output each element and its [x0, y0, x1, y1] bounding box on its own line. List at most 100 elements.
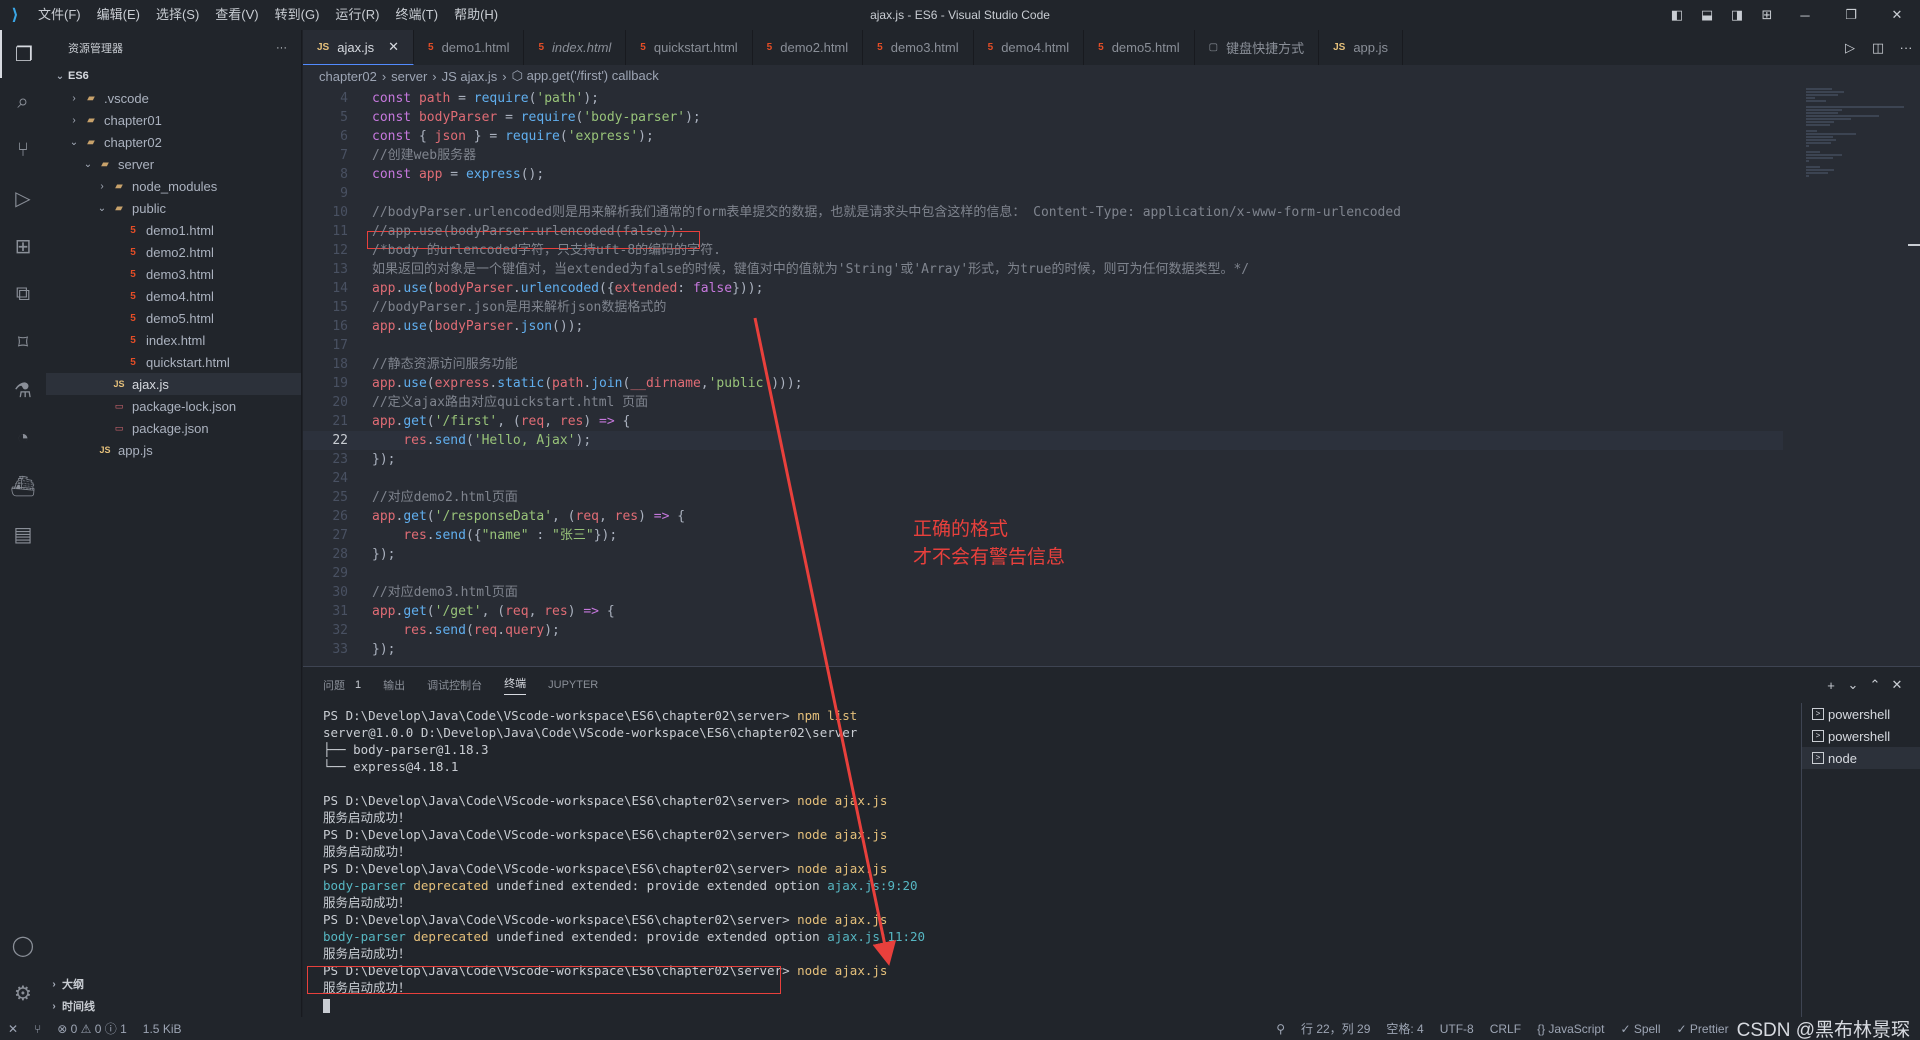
spell-check[interactable]: ✓ Spell [1620, 1022, 1660, 1036]
language-mode[interactable]: {} JavaScript [1537, 1022, 1604, 1036]
breadcrumb-item[interactable]: ⬡ app.get('/first') callback [512, 68, 659, 84]
prettier-status[interactable]: ✓ Prettier [1677, 1022, 1729, 1036]
file-tree-item[interactable]: 5 demo4.html [46, 285, 301, 307]
toggle-panel-icon[interactable]: ⬓ [1692, 0, 1722, 30]
run-file-icon[interactable]: ▷ [1836, 40, 1864, 56]
terminal-instance[interactable]: > powershell [1802, 725, 1920, 747]
menu-item[interactable]: 选择(S) [148, 0, 207, 30]
panel-tab[interactable]: 终端 [504, 675, 527, 695]
editor-tab[interactable]: 5 index.html [524, 30, 627, 65]
code-line[interactable]: 33}); [303, 640, 1783, 659]
menu-item[interactable]: 转到(G) [267, 0, 328, 30]
code-line[interactable]: 6 const { json } = require('express'); [303, 127, 1783, 146]
file-tree-item[interactable]: ⌄ ▰ chapter02 [46, 131, 301, 153]
file-tree-item[interactable]: › ▰ node_modules [46, 175, 301, 197]
workspace-root[interactable]: ⌄ ES6 [46, 65, 301, 87]
code-line[interactable]: 9 [303, 184, 1783, 203]
code-line[interactable]: 27 res.send({"name" : "张三"}); [303, 526, 1783, 545]
code-line[interactable]: 7 //创建web服务器 [303, 146, 1783, 165]
editor-tab[interactable]: 5 quickstart.html [626, 30, 753, 65]
editor-tab[interactable]: JS app.js [1319, 30, 1404, 65]
menu-item[interactable]: 文件(F) [30, 0, 89, 30]
breadcrumb-item[interactable]: JS ajax.js [442, 69, 498, 84]
timeline-icon[interactable]: ◔ [0, 414, 46, 462]
code-line[interactable]: 5 const bodyParser = require('body-parser… [303, 108, 1783, 127]
terminal-instance[interactable]: > powershell [1802, 703, 1920, 725]
code-line[interactable]: 17 [303, 336, 1783, 355]
file-tree-item[interactable]: › ▰ chapter01 [46, 109, 301, 131]
code-line[interactable]: 19 app.use(express.static(path.join(__dir… [303, 374, 1783, 393]
file-tree-item[interactable]: JS app.js [46, 439, 301, 461]
docker-icon[interactable]: ⛴ [0, 462, 46, 510]
file-tree-item[interactable]: › ▰ .vscode [46, 87, 301, 109]
file-tree-item[interactable]: 5 quickstart.html [46, 351, 301, 373]
breadcrumb-item[interactable]: chapter02 [319, 69, 377, 84]
code-line[interactable]: 25 //对应demo2.html页面 [303, 488, 1783, 507]
file-tree-item[interactable]: 5 demo3.html [46, 263, 301, 285]
menu-item[interactable]: 终端(T) [387, 0, 446, 30]
code-line[interactable]: 30 //对应demo3.html页面 [303, 583, 1783, 602]
cursor-position[interactable]: 行 22，列 29 [1301, 1020, 1370, 1037]
editor-tab[interactable]: ▢ 键盘快捷方式 [1195, 30, 1320, 65]
code-line[interactable]: 8 const app = express(); [303, 165, 1783, 184]
toggle-sidebar-icon[interactable]: ◧ [1662, 0, 1692, 30]
more-actions-icon[interactable]: ··· [276, 42, 287, 54]
split-editor-icon[interactable]: ◫ [1864, 40, 1892, 56]
code-editor[interactable]: 正确的格式 才不会有警告信息 4 const path = require('pa… [303, 87, 1920, 666]
code-line[interactable]: 28}); [303, 545, 1783, 564]
file-tree-item[interactable]: ⌄ ▰ public [46, 197, 301, 219]
editor-tab[interactable]: 5 demo3.html [863, 30, 974, 65]
file-tree-item[interactable]: 5 demo1.html [46, 219, 301, 241]
code-line[interactable]: 23}); [303, 450, 1783, 469]
code-line[interactable]: 26 app.get('/responseData', (req, res) =>… [303, 507, 1783, 526]
toggle-secondary-sidebar-icon[interactable]: ◨ [1722, 0, 1752, 30]
code-line[interactable]: 12 /*body 的urlencoded字符，只支持uft-8的编码的字符. [303, 241, 1783, 260]
editor-tab[interactable]: 5 demo5.html [1084, 30, 1195, 65]
editor-tab[interactable]: 5 demo1.html [414, 30, 525, 65]
customize-layout-icon[interactable]: ⊞ [1752, 0, 1782, 30]
bookmarks-icon[interactable]: ⌑ [0, 318, 46, 366]
maximize-panel-icon[interactable]: ⌃ [1864, 677, 1886, 693]
code-line[interactable]: 11 //app.use(bodyParser.urlencoded(false)… [303, 222, 1783, 241]
close-panel-icon[interactable]: ✕ [1886, 677, 1908, 693]
code-line[interactable]: 4 const path = require('path'); [303, 89, 1783, 108]
encoding[interactable]: UTF-8 [1440, 1022, 1474, 1036]
project-manager-icon[interactable]: ▤ [0, 510, 46, 558]
file-tree-item[interactable]: 5 demo2.html [46, 241, 301, 263]
outline-section[interactable]: › 大纲 [46, 973, 301, 995]
code-line[interactable]: 20 //定义ajax路由对应quickstart.html 页面 [303, 393, 1783, 412]
code-line[interactable]: 22 res.send('Hello, Ajax'); [303, 431, 1783, 450]
more-actions-icon[interactable]: ··· [1892, 40, 1920, 55]
file-tree-item[interactable]: JS ajax.js [46, 373, 301, 395]
live-share-icon[interactable]: ⚲ [1276, 1022, 1285, 1036]
editor-tab[interactable]: 5 demo4.html [974, 30, 1085, 65]
source-control-icon[interactable]: ⑂ [0, 126, 46, 174]
source-control-status-icon[interactable]: ⑂ [34, 1022, 41, 1036]
remote-explorer-icon[interactable]: ⧉ [0, 270, 46, 318]
file-tree-item[interactable]: ▭ package.json [46, 417, 301, 439]
code-line[interactable]: 32 res.send(req.query); [303, 621, 1783, 640]
run-debug-icon[interactable]: ▷ [0, 174, 46, 222]
testing-icon[interactable]: ⚗ [0, 366, 46, 414]
editor-tab[interactable]: 5 demo2.html [753, 30, 864, 65]
file-tree-item[interactable]: 5 index.html [46, 329, 301, 351]
editor-tab[interactable]: JS ajax.js ✕ [303, 30, 414, 65]
code-line[interactable]: 24 [303, 469, 1783, 488]
code-line[interactable]: 18 //静态资源访问服务功能 [303, 355, 1783, 374]
restore-button[interactable]: ❐ [1828, 0, 1874, 30]
code-line[interactable]: 29 [303, 564, 1783, 583]
terminal-dropdown-icon[interactable]: ⌄ [1842, 677, 1864, 693]
indentation[interactable]: 空格: 4 [1386, 1020, 1423, 1037]
close-window-button[interactable]: ✕ [1874, 0, 1920, 30]
minimap[interactable] [1806, 87, 1906, 197]
code-line[interactable]: 31 app.get('/get', (req, res) => { [303, 602, 1783, 621]
file-tree-item[interactable]: ⌄ ▰ server [46, 153, 301, 175]
menu-item[interactable]: 查看(V) [207, 0, 266, 30]
panel-tab[interactable]: 输出 [383, 677, 405, 693]
code-line[interactable]: 14 app.use(bodyParser.urlencoded({extende… [303, 279, 1783, 298]
panel-tab[interactable]: 问题 1 [323, 677, 361, 693]
panel-tab[interactable]: 调试控制台 [427, 677, 482, 693]
settings-gear-icon[interactable]: ⚙ [0, 969, 46, 1017]
code-line[interactable]: 10 //bodyParser.urlencoded则是用来解析我们通常的form… [303, 203, 1783, 222]
code-line[interactable]: 21 app.get('/first', (req, res) => { [303, 412, 1783, 431]
